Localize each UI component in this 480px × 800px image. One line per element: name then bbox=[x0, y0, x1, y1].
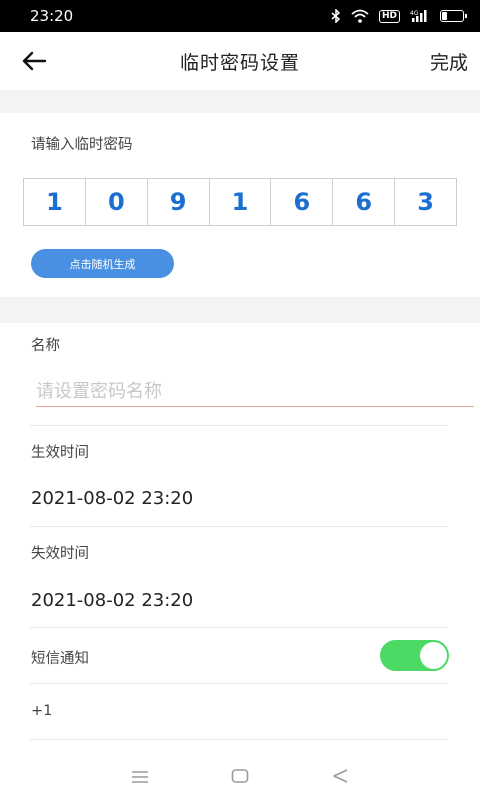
password-prompt: 请输入临时密码 bbox=[31, 137, 133, 153]
country-code[interactable]: +1 bbox=[31, 703, 52, 719]
password-digit[interactable]: 0 bbox=[86, 179, 148, 225]
battery-level bbox=[442, 12, 447, 20]
divider bbox=[30, 526, 448, 527]
battery-icon bbox=[440, 10, 467, 22]
page-title: 临时密码设置 bbox=[179, 51, 300, 74]
network-type-label: 4G bbox=[410, 10, 419, 17]
status-bar: 23:20 HD 4G bbox=[0, 0, 480, 32]
name-label: 名称 bbox=[31, 338, 60, 354]
hd-icon: HD bbox=[378, 9, 400, 23]
expiry-time-label: 失效时间 bbox=[31, 546, 89, 562]
name-input[interactable] bbox=[36, 377, 474, 407]
password-digit[interactable]: 6 bbox=[271, 179, 334, 225]
sms-label: 短信通知 bbox=[31, 651, 89, 667]
arrow-left-icon bbox=[22, 51, 47, 71]
status-icons: HD 4G bbox=[331, 9, 467, 23]
section-divider bbox=[0, 90, 480, 113]
divider bbox=[30, 739, 448, 740]
wifi-icon bbox=[351, 9, 369, 23]
home-icon[interactable] bbox=[231, 768, 249, 788]
divider bbox=[30, 425, 448, 426]
done-button[interactable]: 完成 bbox=[430, 48, 468, 75]
password-digits[interactable]: 1 0 9 1 6 6 3 bbox=[23, 178, 457, 226]
system-nav-bar bbox=[0, 756, 480, 800]
back-triangle-icon[interactable] bbox=[331, 768, 349, 788]
header: 临时密码设置 完成 bbox=[0, 32, 480, 90]
password-digit[interactable]: 3 bbox=[395, 179, 456, 225]
effective-time-value[interactable]: 2021-08-02 23:20 bbox=[31, 488, 193, 509]
bluetooth-icon bbox=[331, 9, 341, 23]
status-time: 23:20 bbox=[30, 7, 74, 25]
toggle-knob bbox=[420, 642, 447, 669]
divider bbox=[30, 683, 448, 684]
sms-toggle[interactable] bbox=[380, 640, 449, 671]
divider bbox=[30, 627, 448, 628]
menu-icon[interactable] bbox=[131, 769, 149, 788]
password-digit[interactable]: 9 bbox=[148, 179, 210, 225]
password-digit[interactable]: 1 bbox=[210, 179, 272, 225]
random-generate-button[interactable]: 点击随机生成 bbox=[31, 249, 174, 278]
password-digit[interactable]: 6 bbox=[333, 179, 396, 225]
password-digit[interactable]: 1 bbox=[24, 179, 86, 225]
signal-4g-icon: 4G bbox=[410, 9, 430, 23]
expiry-time-value[interactable]: 2021-08-02 23:20 bbox=[31, 590, 193, 611]
effective-time-label: 生效时间 bbox=[31, 445, 89, 461]
section-divider bbox=[0, 297, 480, 323]
back-button[interactable] bbox=[18, 46, 50, 76]
